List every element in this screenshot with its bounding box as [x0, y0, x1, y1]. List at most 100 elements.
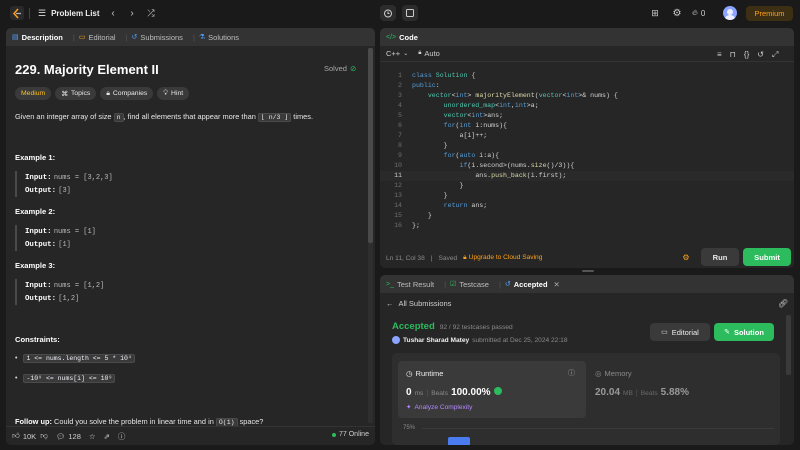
premium-button[interactable]: Premium	[746, 6, 793, 21]
layout-grid-icon[interactable]: ⊞	[649, 7, 661, 19]
comments-button[interactable]: 💬︎ 128	[56, 432, 81, 441]
companies-button[interactable]: 🔒︎ Companies	[100, 87, 154, 100]
book-icon: ▭	[78, 34, 86, 41]
top-bar: ☰ Problem List ‹ › ⤮ ⊞ ⚙ 🔥︎ 0 Premium	[0, 0, 800, 27]
description-scrollbar[interactable]	[368, 48, 373, 423]
code-line: 4 unordered_map<int,int>a;	[398, 102, 539, 109]
tab-code[interactable]: </> Code	[386, 33, 418, 42]
favorite-star-icon[interactable]: ☆	[89, 432, 96, 441]
tag-row: Medium ⌘ Topics 🔒︎ Companies 💡︎ Hint	[15, 87, 190, 100]
leetcode-logo[interactable]	[10, 6, 24, 20]
like-button[interactable]: 👍︎ 10K	[12, 431, 36, 441]
tab-solutions[interactable]: ⚗ Solutions	[199, 33, 239, 42]
notes-button[interactable]	[402, 5, 418, 21]
panel-splitter[interactable]	[582, 270, 594, 272]
all-submissions-link[interactable]: ← All Submissions	[386, 299, 451, 308]
code-line: 9 for(auto i:a){	[398, 152, 500, 159]
reset-icon[interactable]: ↺	[757, 50, 764, 60]
description-tab-bar: ▤ Description | ▭ Editorial | ↺ Submissions…	[6, 28, 375, 46]
tab-editorial[interactable]: ▭ Editorial	[79, 33, 116, 42]
fire-icon: 🔥︎	[692, 8, 698, 17]
streak-counter[interactable]: 🔥︎ 0	[692, 7, 705, 19]
code-line: 5 vector<int>ans;	[398, 112, 504, 119]
tab-description[interactable]: ▤ Description	[12, 33, 63, 42]
lock-icon: 🔒︎	[106, 89, 110, 97]
history-icon: ↺	[131, 34, 138, 41]
runtime-heading: ◷ Runtime	[406, 369, 444, 378]
auto-mode[interactable]: 🔒︎ Auto	[418, 49, 440, 58]
bookmark-icon[interactable]: ⊓	[730, 50, 736, 60]
distribution-bar[interactable]	[448, 437, 470, 445]
expand-icon[interactable]: ⤢	[772, 50, 778, 60]
upgrade-link[interactable]: 🔒︎ Upgrade to Cloud Saving	[463, 254, 542, 262]
dislike-button[interactable]: 👎︎	[40, 431, 48, 441]
code-brackets-icon: </>	[386, 33, 397, 41]
submit-button[interactable]: Submit	[743, 248, 791, 266]
result-scrollbar[interactable]	[786, 315, 791, 375]
solved-status: Solved ⊘	[324, 64, 357, 73]
editorial-button[interactable]: ▭ Editorial	[650, 323, 710, 341]
memory-chip-icon: ◎	[595, 369, 602, 378]
hint-button[interactable]: 💡︎ Hint	[157, 87, 190, 100]
code-editor[interactable]: 1 class Solution { 2 public: 3 vector<int>…	[380, 71, 794, 241]
code-line: 10 if(i.second>(nums.size()/3)){	[394, 162, 575, 169]
check-circle-icon: ⊘	[349, 64, 357, 73]
thumbs-up-icon: 👍︎	[12, 431, 20, 440]
link-icon[interactable]: 🔗︎	[778, 299, 788, 308]
share-icon[interactable]: ⇗	[104, 432, 110, 441]
code-panel: </> Code C++ ⌄ 🔒︎ Auto ≡ ⊓ {} ↺ ⤢ 1 class So…	[380, 28, 794, 268]
code-tab-bar: </> Code	[380, 28, 794, 46]
chart-gridline	[422, 428, 774, 429]
code-line: 6 for(int i:nums){	[398, 122, 507, 129]
tab-submissions[interactable]: ↺ Submissions	[132, 33, 183, 42]
comment-icon: 💬︎	[55, 431, 66, 441]
tab-test-result[interactable]: >_ Test Result	[386, 280, 434, 289]
language-select[interactable]: C++ ⌄	[386, 49, 408, 58]
document-icon: ▤	[12, 34, 19, 41]
memory-value: 20.04 MB | Beats 5.88%	[595, 387, 689, 398]
code-line: 14 return ans;	[394, 202, 488, 209]
clock-icon: ◷	[406, 369, 413, 378]
alarm-clock-icon	[384, 9, 392, 18]
code-line: 3 vector<int> majorityElement(vector<int…	[398, 92, 618, 99]
code-line: 2 public:	[398, 82, 440, 89]
award-icon	[493, 387, 502, 395]
tab-testcase[interactable]: ☑ Testcase	[450, 280, 489, 289]
example-2: Example 2: Input: nums = [1] Output: [1]	[15, 207, 355, 251]
example-3: Example 3: Input: nums = [1,2] Output: […	[15, 261, 355, 305]
help-icon[interactable]: ⓘ	[118, 431, 126, 442]
terminal-icon: >_	[386, 280, 394, 288]
problem-title: 229. Majority Element II	[15, 62, 159, 77]
arrow-left-icon: ←	[386, 299, 394, 308]
solution-button[interactable]: ✎ Solution	[714, 323, 774, 341]
next-problem-button[interactable]: ›	[126, 6, 138, 21]
description-panel: ▤ Description | ▭ Editorial | ↺ Submissions…	[6, 28, 375, 445]
debug-icon[interactable]: ⚙	[680, 251, 692, 263]
accepted-status: Accepted 92 / 92 testcases passed	[392, 321, 513, 332]
user-avatar	[392, 336, 400, 344]
problem-description: Given an integer array of size n, find a…	[15, 112, 313, 122]
tab-accepted[interactable]: ↺ Accepted ✕	[505, 280, 560, 289]
edit-icon: ✎	[724, 329, 730, 336]
info-icon[interactable]: ⓘ	[568, 368, 575, 378]
lightbulb-icon: 💡︎	[163, 89, 169, 97]
problem-list-button[interactable]: ☰ Problem List	[38, 6, 100, 21]
chart-axis-label: 75%	[403, 425, 416, 431]
runtime-value: 0 ms | Beats 100.00%	[406, 387, 502, 398]
analyze-complexity-link[interactable]: ✦ Analyze Complexity	[406, 403, 472, 412]
submitter: Tushar Sharad Matey submitted at Dec 25,…	[392, 336, 568, 344]
user-avatar[interactable]	[723, 6, 737, 20]
memory-heading[interactable]: ◎ Memory	[595, 369, 632, 378]
format-icon[interactable]: ≡	[717, 50, 722, 60]
topics-button[interactable]: ⌘ Topics	[55, 87, 97, 100]
braces-icon[interactable]: {}	[744, 50, 749, 60]
run-button[interactable]: Run	[701, 248, 739, 266]
prev-problem-button[interactable]: ‹	[107, 6, 119, 21]
constraint-1: • 1 <= nums.length <= 5 * 10⁴	[15, 354, 135, 363]
result-panel: >_ Test Result | ☑ Testcase | ↺ Accepted ✕ ←…	[380, 275, 794, 445]
lock-icon: 🔒︎	[463, 254, 467, 261]
settings-gear-icon[interactable]: ⚙	[671, 7, 683, 19]
close-icon[interactable]: ✕	[554, 280, 560, 289]
shuffle-icon[interactable]: ⤮	[145, 6, 157, 21]
timer-button[interactable]	[380, 5, 396, 21]
